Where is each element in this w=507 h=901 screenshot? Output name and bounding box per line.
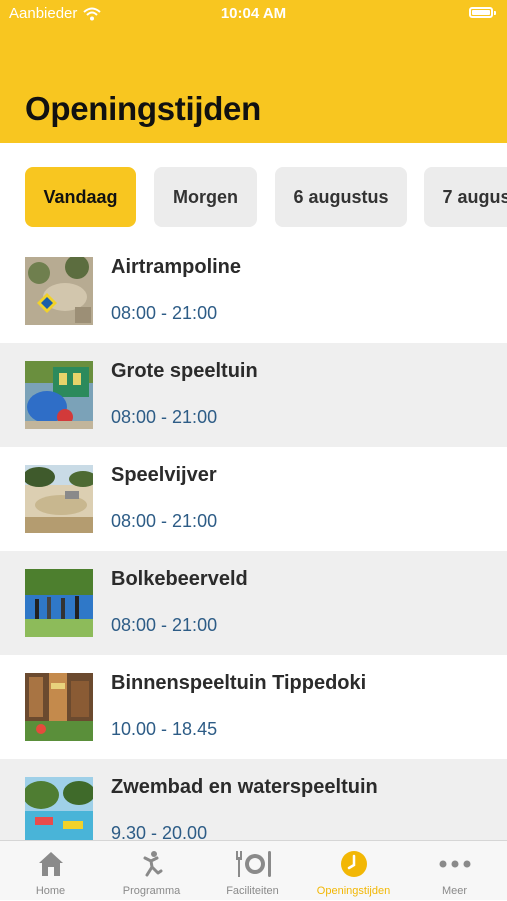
facility-name: Airtrampoline — [111, 256, 242, 278]
day-tabs: Vandaag Morgen 6 augustus 7 augustus — [0, 143, 507, 238]
tab-7-augustus[interactable]: 7 augustus — [424, 167, 507, 227]
tabbar-faciliteiten[interactable]: Faciliteiten — [202, 841, 303, 901]
battery-icon — [469, 7, 496, 18]
facility-name: Zwembad en waterspeeltuin — [111, 776, 378, 798]
facility-thumbnail — [25, 569, 93, 637]
facility-name: Binnenspeeltuin Tippedoki — [111, 672, 367, 694]
facility-hours: 08:00 - 21:00 — [111, 407, 218, 427]
facility-thumbnail — [25, 361, 93, 429]
facility-row[interactable]: Airtrampoline 08:00 - 21:00 — [0, 239, 507, 343]
more-icon — [439, 860, 470, 868]
facility-name: Bolkebeerveld — [111, 568, 248, 590]
tabbar-label: Meer — [441, 885, 468, 897]
facility-row[interactable]: Bolkebeerveld 08:00 - 21:00 — [0, 551, 507, 655]
facility-thumbnail — [25, 777, 93, 845]
tabbar-label: Openingstijden — [316, 885, 391, 897]
page-title: Openingstijden — [25, 90, 261, 127]
facility-name: Grote speeltuin — [111, 360, 258, 382]
facility-list: Airtrampoline 08:00 - 21:00 Grote speelt… — [0, 239, 507, 863]
facility-thumbnail — [25, 465, 93, 533]
header: Aanbieder 10:04 AM Openingstijden — [0, 0, 507, 143]
tabbar-label: Home — [35, 885, 66, 897]
facility-thumbnail — [25, 257, 93, 325]
facility-row[interactable]: Speelvijver 08:00 - 21:00 — [0, 447, 507, 551]
clock-icon — [340, 851, 367, 877]
tabbar-home[interactable]: Home — [0, 841, 101, 901]
tab-vandaag[interactable]: Vandaag — [25, 167, 136, 227]
status-time: 10:04 AM — [220, 5, 287, 22]
facility-hours: 10.00 - 18.45 — [111, 719, 218, 739]
facility-hours: 08:00 - 21:00 — [111, 615, 218, 635]
facility-thumbnail — [25, 673, 93, 741]
facility-name: Speelvijver — [111, 464, 217, 486]
tab-morgen[interactable]: Morgen — [154, 167, 257, 227]
bottom-tab-bar: Home Programma Faciliteiten Openingstijd… — [0, 840, 507, 900]
programma-icon — [143, 851, 162, 877]
tabbar-label: Faciliteiten — [226, 885, 279, 897]
faciliteiten-icon — [235, 851, 271, 877]
tabbar-label: Programma — [122, 885, 181, 897]
tab-6-augustus[interactable]: 6 augustus — [275, 167, 407, 227]
facility-hours: 08:00 - 21:00 — [111, 303, 218, 323]
facility-hours: 08:00 - 21:00 — [111, 511, 218, 531]
tabbar-meer[interactable]: Meer — [404, 841, 505, 901]
home-icon — [38, 852, 63, 876]
facility-row[interactable]: Grote speeltuin 08:00 - 21:00 — [0, 343, 507, 447]
tabbar-programma[interactable]: Programma — [101, 841, 202, 901]
tabbar-openingstijden[interactable]: Openingstijden — [303, 841, 404, 901]
status-bar: Aanbieder 10:04 AM — [0, 0, 507, 28]
facility-row[interactable]: Binnenspeeltuin Tippedoki 10.00 - 18.45 — [0, 655, 507, 759]
